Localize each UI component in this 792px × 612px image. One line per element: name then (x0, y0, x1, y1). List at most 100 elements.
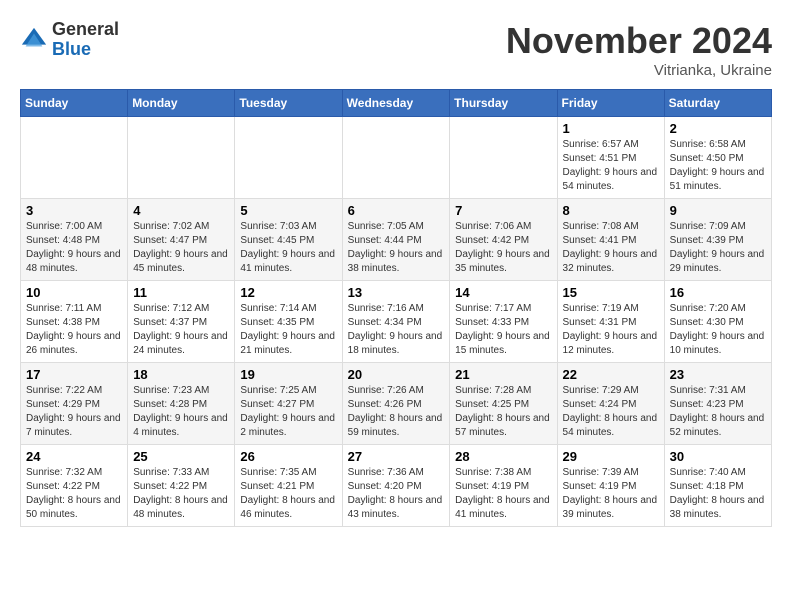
day-info: Sunrise: 7:26 AMSunset: 4:26 PMDaylight:… (348, 384, 445, 440)
calendar-week-5: 24 Sunrise: 7:32 AMSunset: 4:22 PMDayligh… (21, 445, 772, 527)
day-info: Sunrise: 7:32 AMSunset: 4:22 PMDaylight:… (26, 466, 122, 522)
day-info: Sunrise: 7:11 AMSunset: 4:38 PMDaylight:… (26, 302, 122, 358)
day-info: Sunrise: 7:12 AMSunset: 4:37 PMDaylight:… (133, 302, 229, 358)
calendar-cell: 15 Sunrise: 7:19 AMSunset: 4:31 PMDayligh… (557, 281, 664, 363)
page-header: General Blue November 2024 Vitrianka, Uk… (20, 20, 772, 79)
calendar-cell: 20 Sunrise: 7:26 AMSunset: 4:26 PMDayligh… (342, 363, 450, 445)
day-info: Sunrise: 7:08 AMSunset: 4:41 PMDaylight:… (563, 220, 659, 276)
day-number: 23 (670, 367, 766, 382)
calendar-header-row: SundayMondayTuesdayWednesdayThursdayFrid… (21, 90, 772, 117)
location-subtitle: Vitrianka, Ukraine (506, 62, 772, 79)
calendar-cell: 21 Sunrise: 7:28 AMSunset: 4:25 PMDayligh… (450, 363, 557, 445)
day-number: 6 (348, 203, 445, 218)
day-number: 25 (133, 449, 229, 464)
day-header-friday: Friday (557, 90, 664, 117)
day-number: 11 (133, 285, 229, 300)
day-header-sunday: Sunday (21, 90, 128, 117)
day-info: Sunrise: 6:57 AMSunset: 4:51 PMDaylight:… (563, 138, 659, 194)
day-number: 8 (563, 203, 659, 218)
calendar-cell: 14Sunrise: 7:17 AMSunset: 4:33 PMDayligh… (450, 281, 557, 363)
day-number: 12 (240, 285, 336, 300)
calendar-cell: 5 Sunrise: 7:03 AMSunset: 4:45 PMDaylight… (235, 199, 342, 281)
calendar-cell: 28Sunrise: 7:38 AMSunset: 4:19 PMDayligh… (450, 445, 557, 527)
day-number: 24 (26, 449, 122, 464)
day-number: 29 (563, 449, 659, 464)
day-number: 9 (670, 203, 766, 218)
day-info: Sunrise: 7:06 AMSunset: 4:42 PMDaylight:… (455, 220, 551, 276)
day-number: 1 (563, 121, 659, 136)
calendar-table: SundayMondayTuesdayWednesdayThursdayFrid… (20, 89, 772, 527)
day-info: Sunrise: 7:39 AMSunset: 4:19 PMDaylight:… (563, 466, 659, 522)
day-info: Sunrise: 7:09 AMSunset: 4:39 PMDaylight:… (670, 220, 766, 276)
day-info: Sunrise: 6:58 AMSunset: 4:50 PMDaylight:… (670, 138, 766, 194)
title-area: November 2024 Vitrianka, Ukraine (506, 20, 772, 79)
calendar-cell (450, 117, 557, 199)
calendar-cell (21, 117, 128, 199)
day-number: 20 (348, 367, 445, 382)
day-number: 15 (563, 285, 659, 300)
day-number: 17 (26, 367, 122, 382)
day-number: 3 (26, 203, 122, 218)
calendar-week-1: 1 Sunrise: 6:57 AMSunset: 4:51 PMDaylight… (21, 117, 772, 199)
day-number: 18 (133, 367, 229, 382)
month-title: November 2024 (506, 20, 772, 62)
day-info: Sunrise: 7:31 AMSunset: 4:23 PMDaylight:… (670, 384, 766, 440)
day-info: Sunrise: 7:40 AMSunset: 4:18 PMDaylight:… (670, 466, 766, 522)
calendar-cell: 30 Sunrise: 7:40 AMSunset: 4:18 PMDayligh… (664, 445, 771, 527)
calendar-cell: 27Sunrise: 7:36 AMSunset: 4:20 PMDayligh… (342, 445, 450, 527)
calendar-cell: 12 Sunrise: 7:14 AMSunset: 4:35 PMDayligh… (235, 281, 342, 363)
day-header-wednesday: Wednesday (342, 90, 450, 117)
day-number: 14 (455, 285, 551, 300)
day-number: 21 (455, 367, 551, 382)
calendar-cell: 7Sunrise: 7:06 AMSunset: 4:42 PMDaylight… (450, 199, 557, 281)
day-info: Sunrise: 7:28 AMSunset: 4:25 PMDaylight:… (455, 384, 551, 440)
calendar-cell (342, 117, 450, 199)
day-info: Sunrise: 7:03 AMSunset: 4:45 PMDaylight:… (240, 220, 336, 276)
calendar-cell: 23 Sunrise: 7:31 AMSunset: 4:23 PMDayligh… (664, 363, 771, 445)
calendar-cell: 18Sunrise: 7:23 AMSunset: 4:28 PMDayligh… (128, 363, 235, 445)
calendar-week-3: 10 Sunrise: 7:11 AMSunset: 4:38 PMDayligh… (21, 281, 772, 363)
day-number: 27 (348, 449, 445, 464)
day-info: Sunrise: 7:19 AMSunset: 4:31 PMDaylight:… (563, 302, 659, 358)
calendar-cell: 11 Sunrise: 7:12 AMSunset: 4:37 PMDayligh… (128, 281, 235, 363)
calendar-cell: 19Sunrise: 7:25 AMSunset: 4:27 PMDayligh… (235, 363, 342, 445)
calendar-cell: 10 Sunrise: 7:11 AMSunset: 4:38 PMDayligh… (21, 281, 128, 363)
day-number: 2 (670, 121, 766, 136)
day-info: Sunrise: 7:20 AMSunset: 4:30 PMDaylight:… (670, 302, 766, 358)
calendar-cell: 17 Sunrise: 7:22 AMSunset: 4:29 PMDayligh… (21, 363, 128, 445)
day-number: 22 (563, 367, 659, 382)
calendar-cell: 16 Sunrise: 7:20 AMSunset: 4:30 PMDayligh… (664, 281, 771, 363)
day-header-thursday: Thursday (450, 90, 557, 117)
calendar-cell (128, 117, 235, 199)
day-number: 30 (670, 449, 766, 464)
calendar-cell: 8 Sunrise: 7:08 AMSunset: 4:41 PMDaylight… (557, 199, 664, 281)
day-info: Sunrise: 7:35 AMSunset: 4:21 PMDaylight:… (240, 466, 336, 522)
calendar-cell: 13Sunrise: 7:16 AMSunset: 4:34 PMDayligh… (342, 281, 450, 363)
calendar-cell (235, 117, 342, 199)
day-info: Sunrise: 7:22 AMSunset: 4:29 PMDaylight:… (26, 384, 122, 440)
calendar-cell: 24 Sunrise: 7:32 AMSunset: 4:22 PMDayligh… (21, 445, 128, 527)
day-info: Sunrise: 7:14 AMSunset: 4:35 PMDaylight:… (240, 302, 336, 358)
logo-blue: Blue (52, 40, 119, 60)
day-info: Sunrise: 7:05 AMSunset: 4:44 PMDaylight:… (348, 220, 445, 276)
day-number: 4 (133, 203, 229, 218)
day-number: 5 (240, 203, 336, 218)
calendar-cell: 1 Sunrise: 6:57 AMSunset: 4:51 PMDaylight… (557, 117, 664, 199)
day-info: Sunrise: 7:16 AMSunset: 4:34 PMDaylight:… (348, 302, 445, 358)
day-info: Sunrise: 7:29 AMSunset: 4:24 PMDaylight:… (563, 384, 659, 440)
day-header-saturday: Saturday (664, 90, 771, 117)
logo-text: General Blue (52, 20, 119, 60)
logo-icon (20, 26, 48, 54)
calendar-cell: 25Sunrise: 7:33 AMSunset: 4:22 PMDayligh… (128, 445, 235, 527)
calendar-week-2: 3Sunrise: 7:00 AMSunset: 4:48 PMDaylight… (21, 199, 772, 281)
calendar-cell: 3Sunrise: 7:00 AMSunset: 4:48 PMDaylight… (21, 199, 128, 281)
calendar-cell: 6 Sunrise: 7:05 AMSunset: 4:44 PMDaylight… (342, 199, 450, 281)
logo-general: General (52, 20, 119, 40)
calendar-cell: 22 Sunrise: 7:29 AMSunset: 4:24 PMDayligh… (557, 363, 664, 445)
day-info: Sunrise: 7:02 AMSunset: 4:47 PMDaylight:… (133, 220, 229, 276)
day-number: 10 (26, 285, 122, 300)
calendar-cell: 9 Sunrise: 7:09 AMSunset: 4:39 PMDaylight… (664, 199, 771, 281)
day-info: Sunrise: 7:25 AMSunset: 4:27 PMDaylight:… (240, 384, 336, 440)
logo: General Blue (20, 20, 119, 60)
day-number: 16 (670, 285, 766, 300)
